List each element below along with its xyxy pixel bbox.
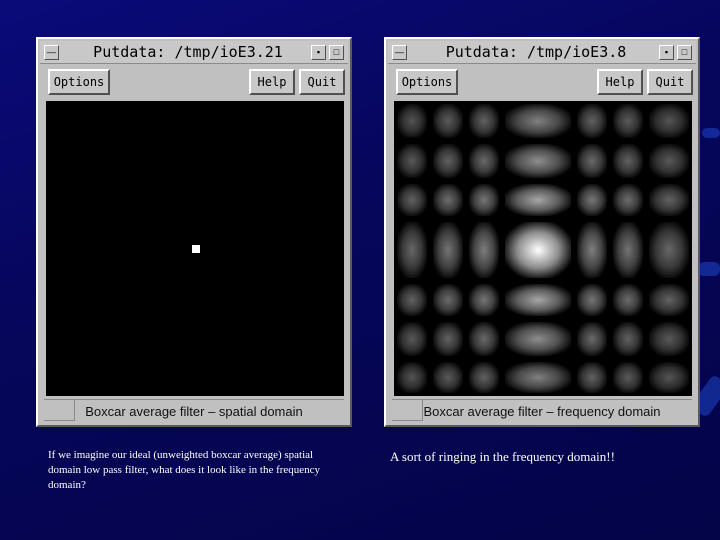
frequency-lobe [469,284,499,316]
frequency-lobe [649,322,689,356]
frequency-lobe [433,322,463,356]
options-button[interactable]: Options [48,69,110,95]
frequency-lobe [613,362,643,393]
frequency-lobe [649,222,689,278]
frequency-lobe [469,144,499,178]
spatial-domain-image [46,101,344,396]
frequency-lobe [577,284,607,316]
right-caption: A sort of ringing in the frequency domai… [390,449,615,464]
frequency-lobe [397,322,427,356]
frequency-lobe [397,284,427,316]
frequency-lobe [649,284,689,316]
quit-button[interactable]: Quit [299,69,345,95]
frequency-lobe [577,184,607,216]
right-title-bar[interactable]: — Putdata: /tmp/ioE3.8 ▪ □ [388,41,696,64]
frequency-lobe [433,184,463,216]
left-putdata-window: — Putdata: /tmp/ioE3.21 ▪ □ Options Help… [36,37,352,427]
frequency-lobe [433,104,463,138]
window-title: Putdata: /tmp/ioE3.21 [93,43,283,61]
frequency-lobe [577,322,607,356]
frequency-lobe [613,222,643,278]
frequency-lobe [613,184,643,216]
frequency-lobe [649,184,689,216]
window-menu-button[interactable]: — [392,45,407,60]
maximize-button[interactable]: □ [677,45,692,60]
frequency-lobe [469,184,499,216]
frequency-lobe [469,362,499,393]
window-title: Putdata: /tmp/ioE3.8 [445,43,627,61]
quit-button[interactable]: Quit [647,69,693,95]
options-button[interactable]: Options [396,69,458,95]
frequency-lobe [433,284,463,316]
frequency-lobe [505,284,571,316]
frequency-domain-image [394,101,692,396]
frequency-lobe [505,104,571,138]
frequency-lobe [433,222,463,278]
background-streak [702,128,720,138]
frequency-lobe [577,362,607,393]
frequency-lobe [397,184,427,216]
frequency-lobe [433,362,463,393]
frequency-lobe [649,104,689,138]
status-bar: Boxcar average filter – frequency domain [392,399,692,424]
frequency-lobe [397,104,427,138]
frequency-lobe [649,362,689,393]
left-caption: If we imagine our ideal (unweighted boxc… [48,449,321,491]
frequency-lobe [577,222,607,278]
boxcar-impulse-pixel [192,245,200,253]
frequency-lobe [469,222,499,278]
frequency-lobe [433,144,463,178]
frequency-lobe [613,144,643,178]
frequency-lobe [613,104,643,138]
frequency-lobe [469,104,499,138]
frequency-lobe [505,144,571,178]
frequency-lobe [613,284,643,316]
background-streak [698,262,720,276]
status-bar: Boxcar average filter – spatial domain [44,399,344,424]
frequency-lobe [505,322,571,356]
window-menu-button[interactable]: — [44,45,59,60]
minimize-button[interactable]: ▪ [311,45,326,60]
frequency-lobe [397,222,427,278]
maximize-button[interactable]: □ [329,45,344,60]
frequency-lobe [505,222,571,278]
frequency-lobe [505,184,571,216]
frequency-lobe [397,362,427,393]
frequency-lobe [397,144,427,178]
frequency-lobe [649,144,689,178]
help-button[interactable]: Help [597,69,643,95]
right-putdata-window: — Putdata: /tmp/ioE3.8 ▪ □ Options Help … [384,37,700,427]
left-title-bar[interactable]: — Putdata: /tmp/ioE3.21 ▪ □ [40,41,348,64]
minimize-button[interactable]: ▪ [659,45,674,60]
frequency-lobe [469,322,499,356]
help-button[interactable]: Help [249,69,295,95]
frequency-lobe [577,104,607,138]
frequency-lobe [613,322,643,356]
frequency-lobe [505,362,571,393]
frequency-lobe [577,144,607,178]
